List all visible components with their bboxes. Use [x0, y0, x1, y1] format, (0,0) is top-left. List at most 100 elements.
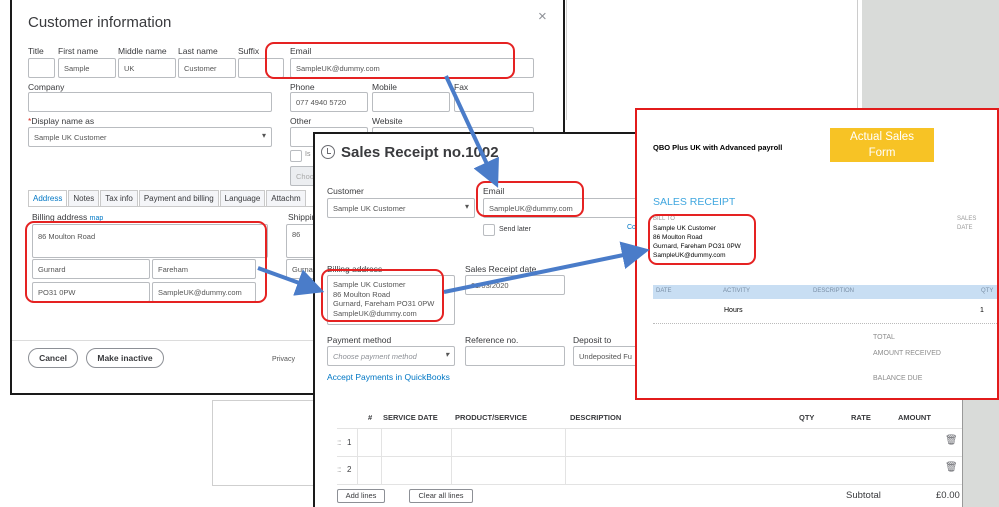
- history-clock-icon[interactable]: [321, 145, 335, 159]
- city-input[interactable]: Gurnard: [32, 259, 150, 279]
- total-label: TOTAL: [873, 334, 895, 341]
- first-name-input[interactable]: Sample: [58, 58, 116, 78]
- clear-all-lines-button[interactable]: Clear all lines: [409, 489, 473, 503]
- is-checkbox-label: Is: [305, 151, 311, 158]
- subtotal-value: £0.00: [936, 490, 960, 501]
- phone-input[interactable]: 077 4940 5720: [290, 92, 368, 112]
- privacy-link[interactable]: Privacy: [272, 356, 295, 363]
- email-input[interactable]: SampleUK@dummy.com: [290, 58, 534, 78]
- other-label: Other: [290, 116, 312, 126]
- is-checkbox[interactable]: [290, 150, 302, 162]
- middle-name-input[interactable]: UK: [118, 58, 176, 78]
- bill-to-line: 86 Moulton Road: [653, 234, 703, 241]
- customer-tabs: Address Notes Tax info Payment and billi…: [28, 190, 307, 207]
- amount-received-label: AMOUNT RECEIVED: [873, 350, 941, 357]
- company-label: Company: [28, 82, 65, 92]
- bill-to-label: BILL TO: [653, 216, 675, 222]
- shipping-city-input[interactable]: Gurna: [286, 259, 316, 279]
- annotation-tag: Actual Sales Form: [830, 128, 934, 162]
- tab-notes[interactable]: Notes: [68, 190, 100, 207]
- receipt-email-input[interactable]: SampleUK@dummy.com: [483, 198, 655, 218]
- send-later-checkbox[interactable]: [483, 224, 495, 236]
- billing-address-label: Billing address: [327, 264, 383, 274]
- table-row[interactable]: [337, 456, 962, 485]
- add-lines-button[interactable]: Add lines: [337, 489, 385, 503]
- form-row-qty: 1: [980, 307, 984, 314]
- form-heading: SALES RECEIPT: [653, 196, 736, 208]
- table-row[interactable]: [337, 428, 962, 457]
- drag-handle-icon[interactable]: :::: [337, 465, 342, 474]
- mobile-input[interactable]: [372, 92, 450, 112]
- postcode-input[interactable]: PO31 0PW: [32, 282, 150, 302]
- shipping-street-input[interactable]: 86: [286, 224, 316, 258]
- country-input[interactable]: SampleUK@dummy.com: [152, 282, 256, 302]
- accept-payments-link[interactable]: Accept Payments in QuickBooks: [327, 372, 450, 382]
- background-sheet: [566, 0, 858, 120]
- suffix-label: Suffix: [238, 46, 260, 56]
- trash-icon[interactable]: 🗑: [945, 435, 958, 446]
- customer-label: Customer: [327, 186, 364, 196]
- email-label: Email: [290, 46, 312, 56]
- tab-attachments[interactable]: Attachm: [266, 190, 306, 207]
- col-header-amount: AMOUNT: [898, 413, 931, 422]
- trash-icon[interactable]: 🗑: [945, 462, 958, 473]
- tab-address[interactable]: Address: [28, 190, 68, 207]
- sales-receipt-window: Sales Receipt no.1002 Customer Sample UK…: [313, 132, 663, 402]
- dialog-title: Customer information: [28, 14, 172, 31]
- fax-label: Fax: [454, 82, 469, 92]
- last-name-label: Last name: [178, 46, 218, 56]
- billing-address-textarea[interactable]: Sample UK Customer 86 Moulton Road Gurna…: [327, 275, 455, 325]
- form-row-divider: [653, 323, 997, 324]
- bill-to-line: SampleUK@dummy.com: [653, 252, 726, 259]
- county-input[interactable]: Fareham: [152, 259, 256, 279]
- display-name-select[interactable]: Sample UK Customer ▾: [28, 127, 272, 147]
- form-row-activity: Hours: [724, 307, 743, 314]
- receipt-date-label: Sales Receipt date: [465, 264, 537, 274]
- row-number: 1: [347, 438, 352, 447]
- customer-select[interactable]: Sample UK Customer ▾: [327, 198, 475, 218]
- cancel-button[interactable]: Cancel: [28, 348, 78, 368]
- close-icon[interactable]: ×: [538, 8, 547, 25]
- tab-language[interactable]: Language: [219, 190, 266, 207]
- display-name-label: *Display name as: [28, 116, 95, 126]
- company-name: QBO Plus UK with Advanced payroll: [653, 143, 783, 152]
- last-name-input[interactable]: Customer: [178, 58, 236, 78]
- map-link[interactable]: map: [90, 215, 104, 222]
- phone-label: Phone: [290, 82, 315, 92]
- col-header-description: DESCRIPTION: [570, 413, 622, 422]
- suffix-input[interactable]: [238, 58, 284, 78]
- reference-no-input[interactable]: [465, 346, 565, 366]
- company-input[interactable]: [28, 92, 272, 112]
- tab-tax-info[interactable]: Tax info: [100, 190, 138, 207]
- row-number: 2: [347, 465, 352, 474]
- bill-to-line: Sample UK Customer: [653, 225, 716, 232]
- payment-method-label: Payment method: [327, 335, 392, 345]
- col-header-rate: RATE: [851, 413, 871, 422]
- fax-input[interactable]: [454, 92, 534, 112]
- send-later-label: Send later: [499, 226, 531, 233]
- table-bottom-line: [337, 484, 962, 485]
- balance-due-label: BALANCE DUE: [873, 375, 923, 382]
- form-table-header: DATE ACTIVITY DESCRIPTION QTY: [653, 285, 997, 299]
- col-header-product-service: PRODUCT/SERVICE: [455, 413, 527, 422]
- reference-no-label: Reference no.: [465, 335, 519, 345]
- payment-method-select[interactable]: Choose payment method ▾: [327, 346, 455, 366]
- street-input[interactable]: 86 Moulton Road: [32, 224, 268, 258]
- website-label: Website: [372, 116, 403, 126]
- billing-address-label: Billing address map: [32, 212, 104, 222]
- title-input[interactable]: [28, 58, 55, 78]
- receipt-date-input[interactable]: 01/03/2020: [465, 275, 565, 295]
- email-label: Email: [483, 186, 505, 196]
- col-header-service-date: SERVICE DATE: [383, 413, 438, 422]
- chevron-down-icon: ▾: [261, 131, 266, 140]
- sales-form-preview: QBO Plus UK with Advanced payroll Actual…: [635, 108, 999, 400]
- background-sheet-bottom: [212, 400, 318, 486]
- drag-handle-icon[interactable]: :::: [337, 438, 342, 447]
- date-label: DATE: [957, 225, 973, 231]
- sales-label: SALES: [957, 216, 977, 222]
- subtotal-label: Subtotal: [846, 490, 881, 501]
- tab-payment-and-billing[interactable]: Payment and billing: [138, 190, 219, 207]
- make-inactive-button[interactable]: Make inactive: [86, 348, 164, 368]
- bill-to-line: Gurnard, Fareham PO31 0PW: [653, 243, 741, 250]
- middle-name-label: Middle name: [118, 46, 167, 56]
